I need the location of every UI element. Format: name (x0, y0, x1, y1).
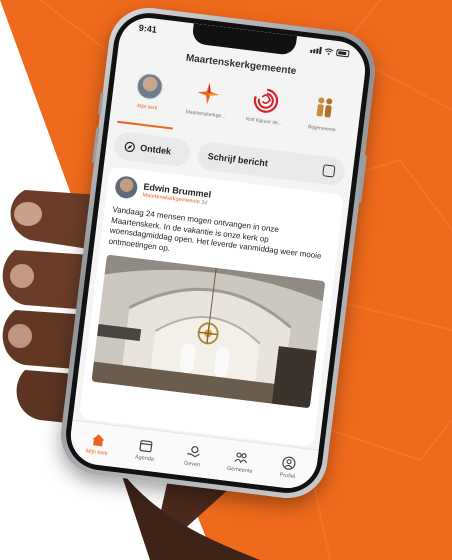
nav-gemeente[interactable]: Gemeente (219, 448, 262, 476)
nav-profiel[interactable]: Profiel (267, 454, 310, 482)
nav-label: Gemeente (226, 465, 253, 475)
post-photo-church-interior[interactable] (91, 254, 326, 409)
nav-label: Geven (183, 460, 201, 469)
profile-icon (282, 456, 296, 470)
tab-mijn-kerk[interactable]: Mijn kerk (117, 65, 180, 130)
star-burst-icon (197, 82, 219, 105)
tab-label: Mijn kerk (136, 103, 158, 112)
post-author-avatar[interactable] (114, 175, 139, 200)
tab-maartenskerkgemeente[interactable]: Maartenskerkge... (175, 72, 238, 136)
image-upload-icon (322, 164, 336, 178)
discover-label: Ontdek (139, 142, 172, 157)
signal-icon (310, 45, 322, 54)
status-time: 9:41 (138, 22, 158, 35)
feed-post: Edwin Brummel Maartenskerkgemeente 3d Va… (78, 166, 345, 448)
people-icon (316, 97, 333, 118)
battery-icon (335, 48, 350, 57)
nav-label: Profiel (279, 472, 296, 481)
community-icon (234, 452, 248, 464)
nav-label: Agenda (134, 454, 155, 463)
home-icon (92, 434, 105, 447)
tab-label: Maartenskerkge... (185, 109, 226, 120)
nav-agenda[interactable]: Agenda (124, 436, 167, 464)
tab-bijgemeente[interactable]: Bijgemeente (292, 87, 355, 151)
discover-button[interactable]: Ontdek (112, 130, 192, 168)
give-icon (187, 446, 200, 458)
swirl-logo-icon (254, 88, 279, 113)
tab-rolf-kijkuur[interactable]: Rolf Kijkuur de... (234, 79, 297, 143)
nav-geven[interactable]: Geven (172, 442, 215, 470)
wifi-icon (324, 48, 334, 55)
nav-mijn-kerk[interactable]: Mijn kerk (77, 430, 120, 458)
calendar-icon (139, 440, 153, 453)
profile-avatar (135, 71, 165, 101)
discover-icon (124, 141, 135, 152)
nav-label: Mijn kerk (85, 448, 109, 458)
tab-label: Bijgemeente (307, 124, 337, 134)
tab-label: Rolf Kijkuur de... (245, 116, 283, 127)
post-time: 3d (201, 199, 208, 206)
write-post-label: Schrijf bericht (207, 151, 269, 169)
phone-mockup: 9:41 Maartenskerkgemeente Mijn kerk Maar… (56, 3, 380, 503)
